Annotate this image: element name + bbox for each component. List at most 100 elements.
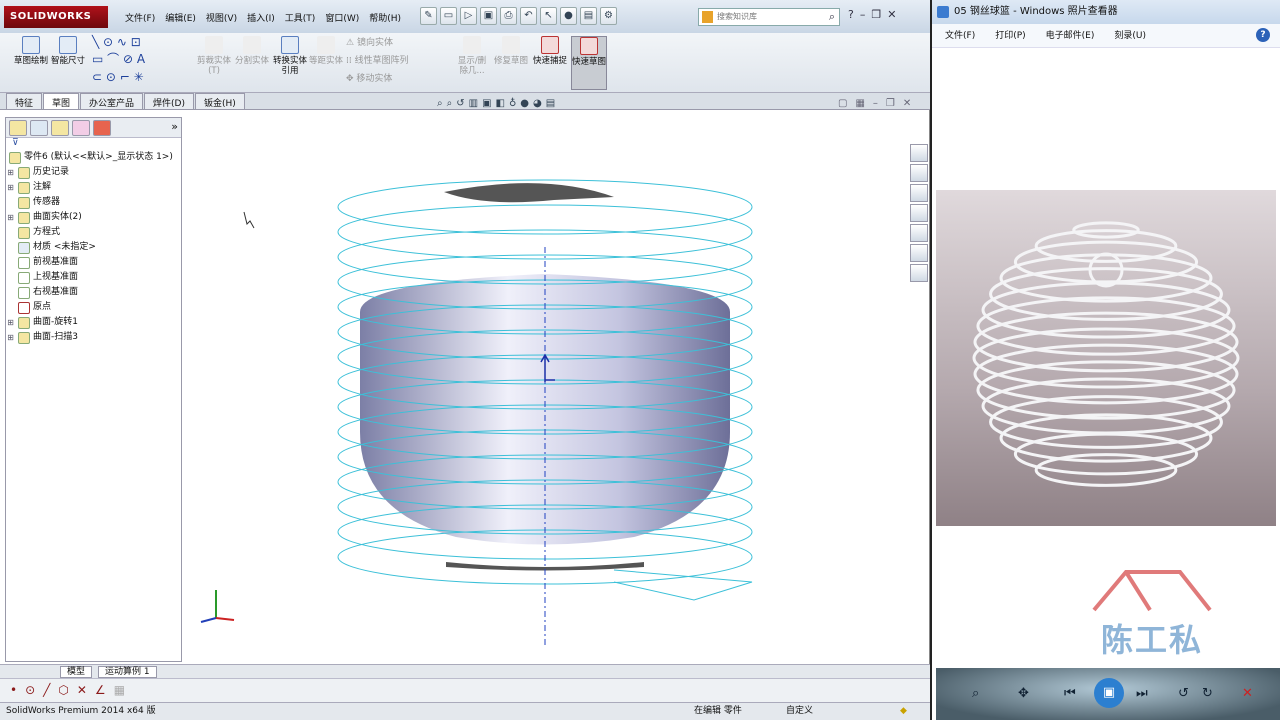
- viewport-min-icon[interactable]: –: [873, 98, 878, 109]
- actual-size-icon[interactable]: ✥: [1018, 686, 1029, 701]
- rebuild-icon[interactable]: ●: [560, 7, 577, 25]
- quick-snap-button[interactable]: 快速捕捉: [532, 36, 568, 66]
- convert-button[interactable]: 转换实体引用: [272, 36, 308, 76]
- expand-plus-icon[interactable]: ⊞: [6, 165, 15, 180]
- slideshow-button[interactable]: ▣: [1094, 678, 1124, 708]
- options-icon[interactable]: ⚙: [600, 7, 617, 25]
- select-icon[interactable]: ↖: [540, 7, 557, 25]
- file-explorer-icon[interactable]: [910, 204, 928, 222]
- smart-dimension-button[interactable]: 智能尺寸: [50, 36, 86, 66]
- tree-item-origin[interactable]: 原点: [6, 300, 181, 315]
- sketch-button[interactable]: 草图绘制: [13, 36, 49, 66]
- tree-item-annotations[interactable]: ⊞ 注解: [6, 180, 181, 195]
- view-palette-icon[interactable]: [910, 224, 928, 242]
- move-button[interactable]: ✥ 移动实体: [346, 72, 392, 86]
- tag-icon[interactable]: ◆: [900, 703, 907, 720]
- design-library-icon[interactable]: [910, 184, 928, 202]
- tree-root[interactable]: 零件6 (默认<<默认>_显示状态 1>): [6, 150, 181, 165]
- cross-icon[interactable]: ✕: [77, 683, 87, 698]
- appearance-icon[interactable]: ●: [520, 98, 529, 109]
- grid-icon[interactable]: ▦: [114, 683, 125, 698]
- graphics-area[interactable]: [184, 112, 929, 664]
- model-view[interactable]: [184, 112, 929, 664]
- viewport-close-icon[interactable]: ✕: [903, 98, 911, 109]
- expand-plus-icon[interactable]: ⊞: [6, 210, 15, 225]
- circle-icon[interactable]: ⊙: [25, 683, 35, 698]
- tree-item-right-plane[interactable]: 右视基准面: [6, 285, 181, 300]
- tab-weldments[interactable]: 焊件(D): [144, 93, 194, 109]
- rapid-sketch-button[interactable]: 快速草图: [571, 36, 607, 90]
- tree-item-material[interactable]: 材质 <未指定>: [6, 240, 181, 255]
- display-delete-button[interactable]: 显示/删除几...: [454, 36, 490, 76]
- hide-show-icon[interactable]: ♁: [509, 98, 516, 109]
- expand-plus-icon[interactable]: ⊞: [6, 330, 15, 345]
- view-settings-icon[interactable]: ▤: [546, 98, 555, 109]
- rotate-ccw-icon[interactable]: ↺: [1178, 686, 1189, 701]
- expand-icon[interactable]: »: [171, 120, 178, 135]
- pin-icon[interactable]: ✎: [420, 7, 437, 25]
- offset-button[interactable]: 等距实体: [308, 36, 344, 66]
- filter-icon[interactable]: ⊽: [6, 138, 181, 150]
- save-icon[interactable]: ▣: [480, 7, 497, 25]
- minimize-icon[interactable]: –: [860, 8, 866, 21]
- viewer-menu-file[interactable]: 文件(F): [945, 24, 975, 47]
- viewport-split-icon[interactable]: ▦: [855, 98, 864, 109]
- viewport-single-icon[interactable]: ▢: [838, 98, 847, 109]
- help-icon[interactable]: ?: [848, 8, 854, 21]
- zoom-icon[interactable]: ⌕: [972, 686, 979, 701]
- open-icon[interactable]: ▷: [460, 7, 477, 25]
- print-icon[interactable]: ⎙: [500, 7, 517, 25]
- feature-tree-tab-icon[interactable]: [9, 120, 27, 136]
- menu-insert[interactable]: 插入(I): [242, 9, 280, 26]
- viewer-menu-email[interactable]: 电子邮件(E): [1046, 24, 1095, 47]
- linear-pattern-button[interactable]: ⁞⁞ 线性草图阵列: [346, 54, 409, 68]
- appearances-icon[interactable]: [910, 244, 928, 262]
- units-dropdown[interactable]: 自定义: [786, 703, 813, 720]
- close-icon[interactable]: ✕: [887, 8, 896, 21]
- search-knowledge-input[interactable]: 搜索知识库 ⌕: [698, 8, 840, 26]
- display-manager-tab-icon[interactable]: [93, 120, 111, 136]
- mirror-button[interactable]: ⚠ 镜向实体: [346, 36, 393, 50]
- viewer-menu-print[interactable]: 打印(P): [995, 24, 1025, 47]
- menu-help[interactable]: 帮助(H): [364, 9, 406, 26]
- slot-icon[interactable]: ⊂ ⊙ ⌐ ✳: [92, 70, 144, 84]
- menu-view[interactable]: 视图(V): [201, 9, 242, 26]
- tree-item-surface-bodies[interactable]: ⊞ 曲面实体(2): [6, 210, 181, 225]
- delete-icon[interactable]: ✕: [1242, 686, 1253, 701]
- split-button[interactable]: 分割实体: [234, 36, 270, 66]
- viewport-restore-icon[interactable]: ❐: [886, 98, 895, 109]
- new-icon[interactable]: ▭: [440, 7, 457, 25]
- tree-item-equations[interactable]: 方程式: [6, 225, 181, 240]
- rotate-cw-icon[interactable]: ↻: [1202, 686, 1213, 701]
- angle-icon[interactable]: ∠: [95, 683, 106, 698]
- trim-button[interactable]: 剪裁实体(T): [196, 36, 232, 76]
- scene-icon[interactable]: ◕: [533, 98, 542, 109]
- point-icon[interactable]: •: [10, 683, 17, 698]
- line-icon[interactable]: ╱: [43, 683, 50, 698]
- section-view-icon[interactable]: ▥: [469, 98, 478, 109]
- property-manager-tab-icon[interactable]: [30, 120, 48, 136]
- menu-window[interactable]: 窗口(W): [320, 9, 364, 26]
- tree-item-history[interactable]: ⊞ 历史记录: [6, 165, 181, 180]
- previous-view-icon[interactable]: ↺: [456, 98, 464, 109]
- dimxpert-tab-icon[interactable]: [72, 120, 90, 136]
- menu-file[interactable]: 文件(F): [120, 9, 160, 26]
- next-icon[interactable]: ⏭: [1136, 686, 1148, 701]
- tree-item-revolve[interactable]: ⊞ 曲面-旋转1: [6, 315, 181, 330]
- undo-icon[interactable]: ↶: [520, 7, 537, 25]
- tab-motion-study[interactable]: 运动算例 1: [98, 666, 157, 678]
- viewer-menu-burn[interactable]: 刻录(U): [1114, 24, 1146, 47]
- tree-item-front-plane[interactable]: 前视基准面: [6, 255, 181, 270]
- zoom-fit-icon[interactable]: ⌕: [437, 98, 443, 109]
- display-style-icon[interactable]: ◧: [496, 98, 505, 109]
- tab-sheetmetal[interactable]: 钣金(H): [195, 93, 245, 109]
- tree-item-sensors[interactable]: 传感器: [6, 195, 181, 210]
- viewer-help-icon[interactable]: ?: [1256, 28, 1270, 42]
- resources-icon[interactable]: [910, 144, 928, 162]
- view-orientation-icon[interactable]: ▣: [482, 98, 491, 109]
- custom-props-icon[interactable]: [910, 264, 928, 282]
- polygon-icon[interactable]: ⬡: [58, 683, 68, 698]
- tab-office[interactable]: 办公室产品: [80, 93, 144, 109]
- tab-model[interactable]: 模型: [60, 666, 93, 678]
- search-icon[interactable]: ⌕: [829, 9, 835, 25]
